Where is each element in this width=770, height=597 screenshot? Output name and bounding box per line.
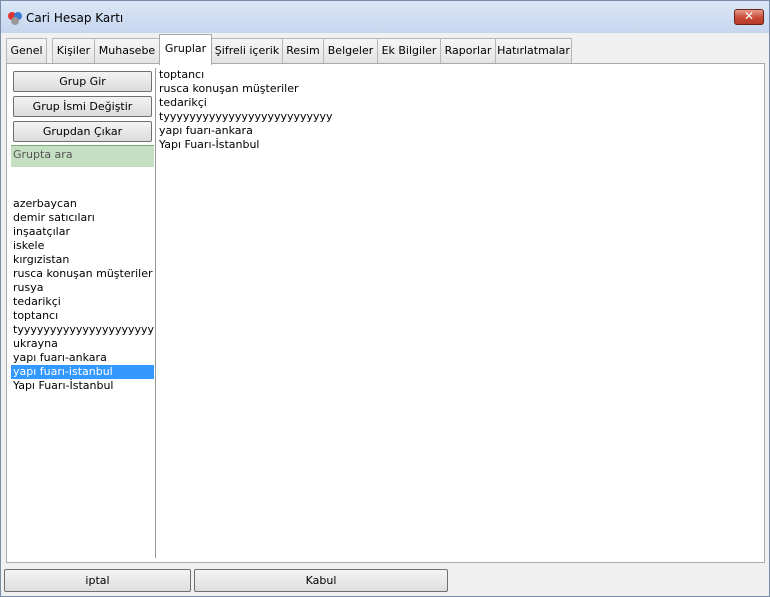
tab-ek-bilgiler[interactable]: Ek Bilgiler [377, 38, 441, 63]
list-item[interactable]: Yapı Fuarı-İstanbul [11, 379, 154, 393]
list-item[interactable]: yapı fuarı-ankara [11, 351, 154, 365]
cancel-button[interactable]: iptal [4, 569, 191, 592]
accept-button[interactable]: Kabul [194, 569, 448, 592]
tab-sifreli-icerik[interactable]: Şifreli içerik [211, 38, 283, 63]
app-icon [8, 12, 22, 25]
assigned-group-item[interactable]: rusca konuşan müşteriler [159, 82, 333, 96]
remove-from-group-button[interactable]: Grupdan Çıkar [13, 121, 152, 142]
list-item[interactable]: tedarikçi [11, 295, 154, 309]
tab-muhasebe[interactable]: Muhasebe [94, 38, 160, 63]
list-item[interactable]: toptancı [11, 309, 154, 323]
add-group-button[interactable]: Grup Gir [13, 71, 152, 92]
group-search-input[interactable]: Grupta ara [11, 145, 154, 167]
list-item[interactable]: tyyyyyyyyyyyyyyyyyyyyyyyyy [11, 323, 154, 337]
assigned-group-item[interactable]: toptancı [159, 68, 333, 82]
tab-hatirlatmalar[interactable]: Hatırlatmalar [495, 38, 572, 63]
tab-kisiler[interactable]: Kişiler [52, 38, 95, 63]
close-button[interactable]: ✕ [734, 9, 764, 25]
list-item[interactable]: azerbaycan [11, 197, 154, 211]
assigned-group-item[interactable]: Yapı Fuarı-İstanbul [159, 138, 333, 152]
list-item[interactable]: demir satıcıları [11, 211, 154, 225]
assigned-group-item[interactable]: tedarikçi [159, 96, 333, 110]
list-item[interactable]: iskele [11, 239, 154, 253]
list-item-selected[interactable]: yapı fuarı-istanbul [11, 365, 154, 379]
tab-gruplar[interactable]: Gruplar [159, 34, 212, 65]
tab-bar: Genel Kişiler Muhasebe Gruplar Şifreli i… [6, 34, 766, 65]
assigned-group-item[interactable]: tyyyyyyyyyyyyyyyyyyyyyyyyyy [159, 110, 333, 124]
tab-genel[interactable]: Genel [6, 38, 47, 63]
tab-resim[interactable]: Resim [282, 38, 324, 63]
tab-raporlar[interactable]: Raporlar [440, 38, 496, 63]
list-item[interactable]: rusya [11, 281, 154, 295]
list-item[interactable]: inşaatçılar [11, 225, 154, 239]
list-item[interactable]: kırgızistan [11, 253, 154, 267]
list-item[interactable]: rusca konuşan müşteriler [11, 267, 154, 281]
window: Cari Hesap Kartı ✕ Genel Kişiler Muhaseb… [0, 0, 770, 597]
list-item[interactable]: ukrayna [11, 337, 154, 351]
window-title: Cari Hesap Kartı [26, 11, 124, 25]
title-bar: Cari Hesap Kartı ✕ [1, 1, 769, 33]
rename-group-button[interactable]: Grup İsmi Değiştir [13, 96, 152, 117]
close-icon: ✕ [743, 9, 755, 23]
assigned-groups-list: toptancı rusca konuşan müşteriler tedari… [159, 68, 333, 152]
assigned-group-item[interactable]: yapı fuarı-ankara [159, 124, 333, 138]
group-list: azerbaycan demir satıcıları inşaatçılar … [11, 197, 154, 393]
tab-belgeler[interactable]: Belgeler [323, 38, 378, 63]
